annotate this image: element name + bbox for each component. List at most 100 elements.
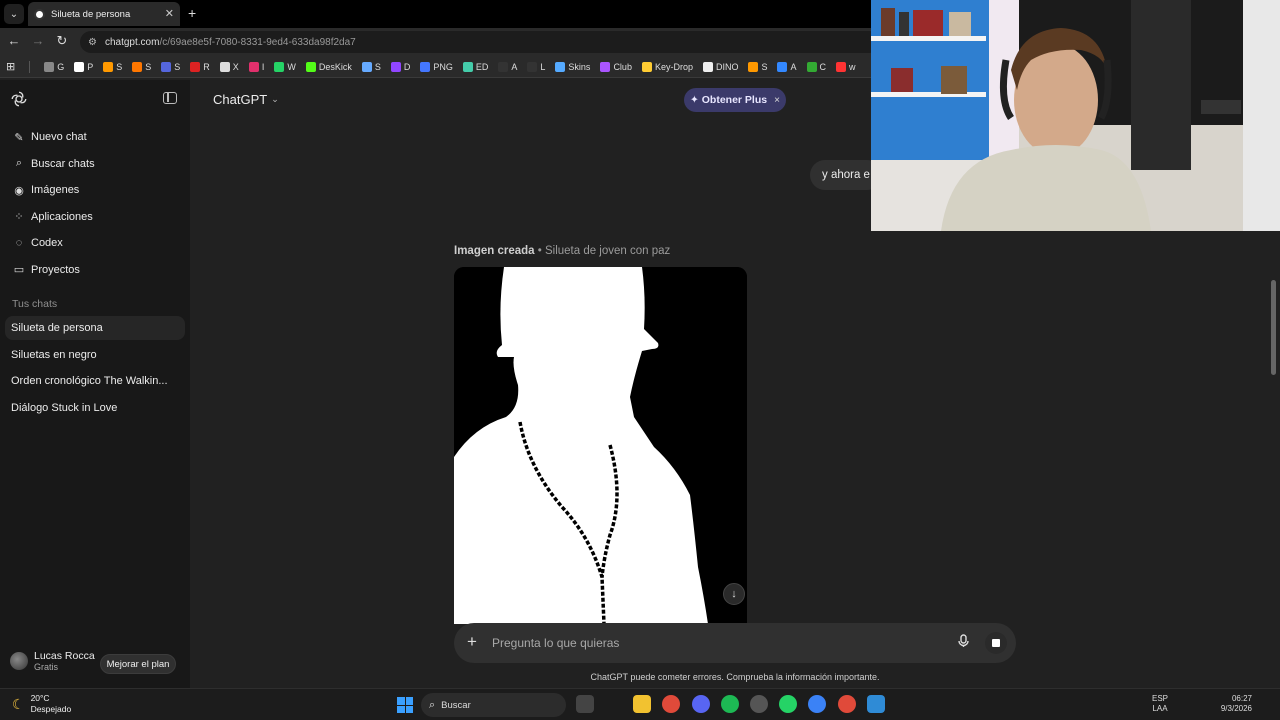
task-view-icon[interactable] bbox=[576, 695, 594, 713]
bookmark-label: Club bbox=[613, 61, 632, 72]
language-indicator[interactable]: ESP LAA bbox=[1152, 694, 1168, 714]
bookmark-item[interactable]: S bbox=[361, 61, 381, 72]
new-tab-button[interactable]: + bbox=[188, 5, 196, 21]
chats-section-title: Tus chats bbox=[12, 298, 58, 310]
windows-start-icon[interactable] bbox=[397, 697, 413, 713]
bookmark-item[interactable]: W bbox=[274, 61, 296, 72]
temperature: 20°C bbox=[30, 693, 50, 703]
webcam-person-image bbox=[871, 0, 1280, 231]
user-profile[interactable]: Lucas Rocca Gratis bbox=[10, 650, 95, 672]
chat-history-item[interactable]: Diálogo Stuck in Love bbox=[5, 396, 185, 420]
app-store-icon[interactable] bbox=[867, 695, 885, 713]
bookmark-label: S bbox=[145, 61, 152, 72]
image-caption-detail: • Silueta de joven con paz bbox=[534, 245, 671, 257]
chrome-profile-2-icon[interactable] bbox=[838, 695, 856, 713]
taskbar-search[interactable]: ⌕ Buscar bbox=[421, 693, 566, 717]
chat-history-item[interactable]: Orden cronológico The Walkin... bbox=[5, 369, 185, 393]
bookmark-item[interactable]: A bbox=[777, 61, 797, 72]
bookmark-favicon-icon bbox=[748, 61, 759, 72]
file-explorer-icon[interactable] bbox=[633, 695, 651, 713]
get-plus-button[interactable]: ✦ Obtener Plus × bbox=[684, 88, 786, 112]
generated-image[interactable] bbox=[454, 267, 747, 624]
site-info-icon[interactable]: ⚙ bbox=[88, 37, 97, 48]
tab-close-icon[interactable]: ✕ bbox=[165, 7, 174, 20]
sidebar-toggle-icon[interactable] bbox=[163, 92, 177, 104]
spotify-icon[interactable] bbox=[721, 695, 739, 713]
bookmark-item[interactable]: R bbox=[190, 61, 210, 72]
reload-icon[interactable]: ↻ bbox=[53, 33, 71, 49]
chrome-icon[interactable] bbox=[662, 695, 680, 713]
bookmark-favicon-icon bbox=[498, 61, 509, 72]
weather-status: Despejado bbox=[30, 704, 72, 714]
apps-grid-icon[interactable]: ⊞ bbox=[6, 60, 15, 73]
whatsapp-icon[interactable] bbox=[779, 695, 797, 713]
bookmark-label: C bbox=[819, 61, 827, 72]
sidebar-item-new-chat[interactable]: ✎ Nuevo chat bbox=[6, 124, 184, 150]
bookmark-item[interactable]: Skins bbox=[555, 61, 590, 72]
bookmark-item[interactable]: DINO bbox=[702, 61, 738, 72]
bookmark-item[interactable]: P bbox=[74, 61, 93, 72]
bookmark-item[interactable]: G bbox=[44, 61, 65, 72]
bookmark-item[interactable]: ED bbox=[462, 61, 488, 72]
bookmark-item[interactable]: I bbox=[248, 61, 264, 72]
sidebar-item-label: Nuevo chat bbox=[31, 131, 87, 143]
url-path: /c/69ae8e5f-7080-8331-9ed4-633da98f2da7 bbox=[159, 36, 356, 48]
browser-tab-active[interactable]: Silueta de persona ✕ bbox=[28, 2, 180, 26]
bookmark-item[interactable]: C bbox=[806, 61, 827, 72]
bookmark-favicon-icon bbox=[161, 61, 172, 72]
url-bar[interactable]: ⚙ chatgpt.com/c/69ae8e5f-7080-8331-9ed4-… bbox=[80, 31, 880, 53]
sidebar-item-label: Codex bbox=[31, 237, 63, 249]
sidebar-item-projects[interactable]: ▭ Proyectos bbox=[6, 257, 184, 283]
scroll-down-icon[interactable]: ↓ bbox=[723, 583, 745, 605]
bookmark-item[interactable]: S bbox=[132, 61, 152, 72]
bookmark-favicon-icon bbox=[641, 61, 652, 72]
bookmark-item[interactable]: Key-Drop bbox=[641, 61, 693, 72]
bookmark-label: G bbox=[57, 61, 65, 72]
windows-taskbar: ☾ 20°C Despejado ⌕ Buscar ESP LAA 06:27 … bbox=[0, 688, 1280, 720]
bookmark-item[interactable]: X bbox=[219, 61, 239, 72]
bookmark-favicon-icon bbox=[74, 61, 85, 72]
weather-widget[interactable]: ☾ 20°C Despejado bbox=[12, 693, 71, 715]
prompt-input[interactable] bbox=[492, 631, 932, 655]
bookmark-item[interactable]: w bbox=[836, 61, 856, 72]
tab-title: Silueta de persona bbox=[51, 8, 131, 20]
bookmark-item[interactable]: DesKick bbox=[305, 61, 352, 72]
clock[interactable]: 06:27 9/3/2026 bbox=[1212, 694, 1252, 714]
bookmark-item[interactable]: D bbox=[390, 61, 410, 72]
stop-button[interactable] bbox=[985, 632, 1007, 654]
app-icon[interactable] bbox=[750, 695, 768, 713]
taskbar-search-label: Buscar bbox=[441, 699, 471, 711]
add-attachment-icon[interactable]: + bbox=[467, 632, 477, 652]
tab-search-button[interactable]: ⌄ bbox=[4, 4, 24, 24]
image-caption-title: Imagen creada bbox=[454, 245, 535, 257]
forward-arrow-icon[interactable]: → bbox=[29, 33, 47, 48]
scrollbar[interactable] bbox=[1271, 280, 1276, 375]
sidebar-item-apps[interactable]: ⁘ Aplicaciones bbox=[6, 204, 184, 230]
close-icon[interactable]: × bbox=[774, 95, 780, 106]
bookmark-item[interactable]: PNG bbox=[420, 61, 453, 72]
sidebar-item-codex[interactable]: ◌ Codex bbox=[6, 230, 184, 256]
bookmark-item[interactable]: Club bbox=[600, 61, 632, 72]
model-selector[interactable]: ChatGPT ⌄ bbox=[213, 92, 279, 107]
bookmark-item[interactable]: S bbox=[103, 61, 122, 72]
bookmark-favicon-icon bbox=[777, 61, 788, 72]
chat-history-item[interactable]: Silueta de persona bbox=[5, 316, 185, 340]
chatgpt-logo-icon[interactable] bbox=[10, 90, 28, 108]
microphone-icon[interactable] bbox=[958, 634, 969, 651]
codex-icon: ◌ bbox=[15, 237, 23, 249]
discord-icon[interactable] bbox=[692, 695, 710, 713]
clock-time: 06:27 bbox=[1231, 694, 1252, 703]
bookmark-item[interactable]: A bbox=[498, 61, 517, 72]
upgrade-plan-button[interactable]: Mejorar el plan bbox=[100, 654, 176, 674]
bookmark-item[interactable]: S bbox=[748, 61, 767, 72]
sidebar-item-search-chats[interactable]: ⌕ Buscar chats bbox=[6, 151, 184, 177]
bookmark-favicon-icon bbox=[527, 61, 538, 72]
bookmark-item[interactable]: L bbox=[527, 61, 545, 72]
back-arrow-icon[interactable]: ← bbox=[5, 33, 23, 48]
sidebar-item-images[interactable]: ◉ Imágenes bbox=[6, 177, 184, 203]
images-icon: ◉ bbox=[14, 184, 24, 197]
bookmark-item[interactable]: S bbox=[161, 61, 180, 72]
chrome-profile-icon[interactable] bbox=[808, 695, 826, 713]
chat-history-item[interactable]: Siluetas en negro bbox=[5, 343, 185, 367]
bookmark-label: A bbox=[790, 61, 797, 72]
